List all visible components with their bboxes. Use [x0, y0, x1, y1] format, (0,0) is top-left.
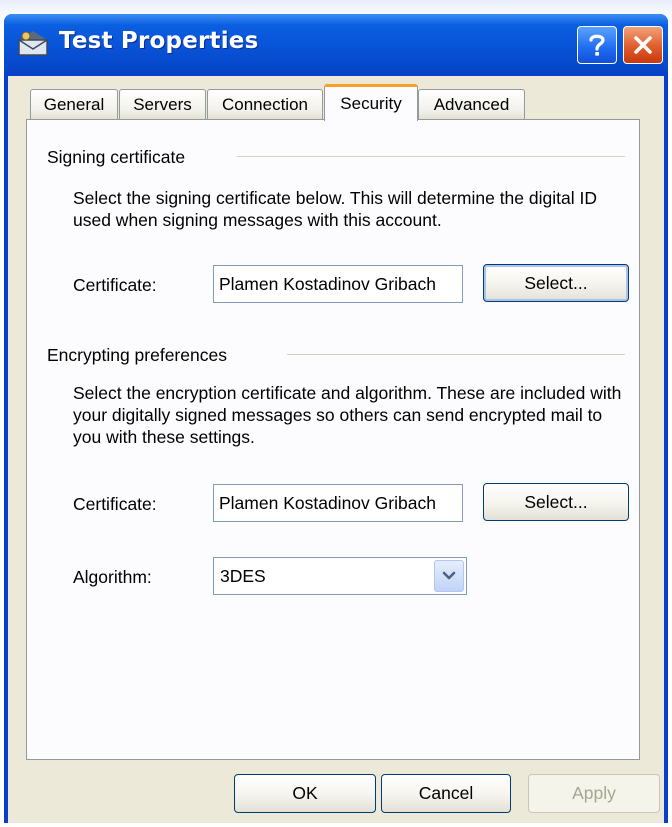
signing-select-button[interactable]: Select... [483, 264, 629, 302]
tab-general[interactable]: General [30, 89, 118, 119]
window-title: Test Properties [59, 28, 259, 54]
encrypting-description: Select the encryption certificate and al… [73, 383, 622, 447]
apply-button[interactable]: Apply [528, 774, 660, 813]
algorithm-value: 3DES [220, 565, 266, 586]
tab-advanced[interactable]: Advanced [418, 89, 525, 119]
title-bar[interactable]: Test Properties [4, 14, 668, 76]
encrypting-divider [287, 354, 625, 356]
encrypting-certificate-field[interactable]: Plamen Kostadinov Gribach [213, 484, 463, 522]
dropdown-arrow-button[interactable] [434, 560, 464, 592]
algorithm-dropdown[interactable]: 3DES [213, 557, 467, 595]
signing-description: Select the signing certificate below. Th… [73, 188, 597, 230]
tab-connection[interactable]: Connection [207, 89, 323, 119]
tab-security[interactable]: Security [324, 84, 418, 121]
signing-certificate-label: Certificate: [73, 275, 157, 295]
encrypting-section-title: Encrypting preferences [47, 345, 227, 365]
cancel-button[interactable]: Cancel [381, 774, 511, 813]
signing-divider [237, 156, 625, 158]
signing-certificate-field[interactable]: Plamen Kostadinov Gribach [213, 265, 463, 303]
encrypting-select-button[interactable]: Select... [483, 483, 629, 521]
help-button[interactable] [577, 26, 617, 64]
encrypting-certificate-label: Certificate: [73, 494, 157, 514]
question-mark-icon [589, 34, 605, 56]
chevron-down-icon [442, 571, 456, 580]
ok-button[interactable]: OK [234, 774, 376, 813]
algorithm-label: Algorithm: [73, 567, 152, 587]
tab-servers[interactable]: Servers [119, 89, 206, 119]
security-tab-panel: Signing certificate Select the signing c… [26, 119, 640, 760]
envelope-account-icon [18, 31, 48, 56]
close-x-icon [634, 36, 652, 54]
signing-section-title: Signing certificate [47, 147, 186, 167]
close-button[interactable] [623, 26, 663, 64]
